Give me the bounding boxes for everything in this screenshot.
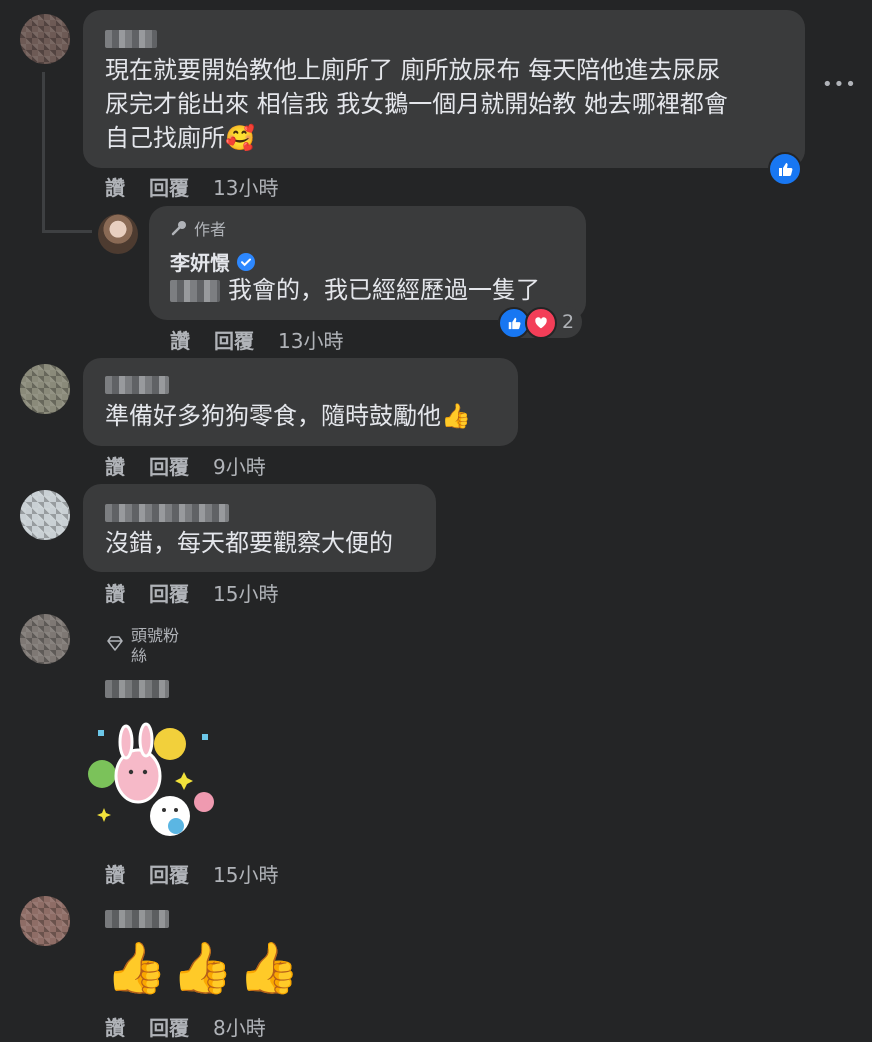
timestamp[interactable]: 15小時 [213, 863, 278, 887]
author-badge-label: 作者 [194, 220, 227, 239]
commenter-name[interactable] [105, 680, 169, 698]
avatar[interactable] [20, 614, 70, 664]
comment-actions: 讚回覆 15小時 [105, 859, 278, 888]
like-button[interactable]: 讚 [105, 863, 125, 887]
microphone-icon [171, 221, 186, 236]
author-badge: 作者 [170, 216, 226, 240]
comment-actions: 讚回覆 13小時 [105, 172, 278, 201]
comment-actions: 讚回覆 9小時 [105, 451, 266, 480]
rabbit-cheer-sticker [88, 722, 214, 836]
like-button[interactable]: 讚 [105, 1016, 125, 1040]
diamond-icon [107, 636, 123, 651]
comment-text: 我會的，我已經經歷過一隻了 [228, 276, 540, 304]
reply-button[interactable]: 回覆 [149, 455, 189, 479]
emoji-comment: 👍👍👍 [105, 939, 304, 997]
author-avatar[interactable] [98, 214, 138, 254]
comment-actions: 讚回覆 15小時 [105, 578, 278, 607]
smiling-hearts-emoji: 🥰 [225, 124, 255, 152]
reply-button[interactable]: 回覆 [214, 329, 254, 353]
avatar[interactable] [20, 490, 70, 540]
comment-text-line: 現在就要開始教他上廁所了 廁所放尿布 每天陪他進去尿尿 [105, 56, 721, 84]
top-fan-label: 頭號粉絲 [131, 626, 180, 665]
comment-text: 沒錯，每天都要觀察大便的 [105, 529, 393, 557]
reply-button[interactable]: 回覆 [149, 582, 189, 606]
reaction-count: 2 [562, 311, 575, 333]
commenter-name[interactable] [105, 504, 229, 522]
thumbs-up-emoji: 👍 [441, 402, 471, 430]
like-button[interactable]: 讚 [105, 176, 125, 200]
thumbs-up-icon [779, 163, 793, 176]
comment-text: 準備好多狗狗零食，隨時鼓勵他 [105, 402, 441, 430]
commenter-name[interactable] [105, 30, 157, 48]
author-name[interactable]: 李妍憬 [170, 247, 230, 276]
comment-text-line: 自己找廁所🥰 [105, 120, 255, 156]
top-fan-badge: 頭號粉絲 [105, 626, 189, 666]
mention-name[interactable] [170, 280, 220, 302]
heart-icon [535, 317, 547, 329]
like-button[interactable]: 讚 [170, 329, 190, 353]
thread-line [42, 230, 92, 233]
reply-button[interactable]: 回覆 [149, 1016, 189, 1040]
reply-button[interactable]: 回覆 [149, 176, 189, 200]
timestamp[interactable]: 15小時 [213, 582, 278, 606]
commenter-name[interactable] [105, 376, 169, 394]
timestamp[interactable]: 13小時 [213, 176, 278, 200]
sticker-image[interactable] [84, 712, 220, 848]
like-reaction-icon[interactable] [768, 152, 802, 186]
commenter-name[interactable] [105, 910, 169, 928]
love-reaction-icon [525, 307, 557, 339]
timestamp[interactable]: 13小時 [278, 329, 343, 353]
comment-actions: 讚回覆 8小時 [105, 1012, 266, 1041]
timestamp[interactable]: 9小時 [213, 455, 266, 479]
like-button[interactable]: 讚 [105, 455, 125, 479]
reply-button[interactable]: 回覆 [149, 863, 189, 887]
avatar[interactable] [20, 364, 70, 414]
avatar[interactable] [20, 896, 70, 946]
comment-actions: 讚回覆 13小時 [170, 325, 343, 354]
like-button[interactable]: 讚 [105, 582, 125, 606]
avatar[interactable] [20, 14, 70, 64]
verified-badge-icon [237, 252, 255, 271]
thread-line [42, 72, 45, 232]
comment-text: 自己找廁所 [105, 124, 225, 152]
more-options-icon[interactable]: ••• [822, 74, 857, 95]
comment-text-line: 尿完才能出來 相信我 我女鵝一個月就開始教 她去哪裡都會 [105, 90, 728, 118]
timestamp[interactable]: 8小時 [213, 1016, 266, 1040]
comment-text-row: 準備好多狗狗零食，隨時鼓勵他👍 [105, 398, 471, 434]
thumbs-up-icon [508, 317, 521, 330]
